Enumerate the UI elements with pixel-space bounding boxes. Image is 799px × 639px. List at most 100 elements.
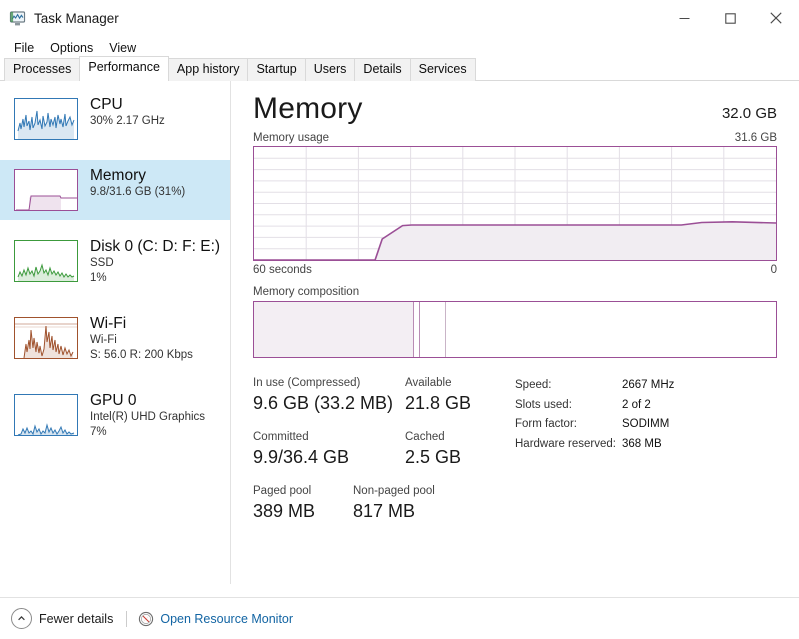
status-bar: Fewer details Open Resource Monitor (0, 597, 799, 639)
memory-thumbnail-graph (14, 169, 78, 211)
minimize-button[interactable] (661, 0, 707, 36)
composition-divider-2 (419, 302, 421, 357)
stat-non-paged-pool-value: 817 MB (353, 501, 416, 521)
close-button[interactable] (753, 0, 799, 36)
cpu-thumbnail-graph (14, 98, 78, 140)
menu-item-options[interactable]: Options (44, 39, 101, 57)
menu-item-view[interactable]: View (103, 39, 144, 57)
sidebar-item-gpu-0-sub1: Intel(R) UHD Graphics (90, 411, 206, 423)
usage-graph-max: 31.6 GB (734, 132, 777, 144)
composition-caption: Memory composition (253, 286, 360, 298)
stat-in-use: In use (Compressed) 9.6 GB (33.2 MB) (253, 375, 405, 415)
sidebar-item-disk-0-sub2: 1% (90, 272, 107, 284)
fewer-details-label: Fewer details (39, 611, 114, 626)
maximize-button[interactable] (707, 0, 753, 36)
memory-composition-bar[interactable] (253, 301, 777, 358)
fewer-details-button[interactable]: Fewer details (11, 608, 113, 629)
task-manager-icon (9, 10, 26, 27)
stat-committed-label: Committed (253, 431, 309, 443)
sidebar-item-memory-texts: Memory 9.8/31.6 GB (31%) (90, 165, 185, 200)
total-memory-label: 32.0 GB (721, 105, 777, 122)
stat-available-label: Available (405, 377, 452, 389)
info-slots-used-label: Slots used: (515, 398, 572, 411)
sidebar-item-disk-0-sub1: SSD (90, 257, 114, 269)
sidebar-item-gpu-0-texts: GPU 0 Intel(R) UHD Graphics 7% (90, 390, 205, 440)
axis-label-right: 0 (770, 264, 777, 276)
memory-usage-fill (375, 221, 776, 260)
statistics-left-column: In use (Compressed) 9.6 GB (33.2 MB) Ava… (253, 375, 515, 537)
chevron-up-icon (11, 608, 32, 629)
composition-segment-in-use (254, 302, 414, 357)
tab-services[interactable]: Services (409, 58, 476, 81)
memory-statistics: In use (Compressed) 9.6 GB (33.2 MB) Ava… (253, 375, 777, 537)
sidebar-item-cpu-texts: CPU 30% 2.17 GHz (90, 94, 165, 129)
memory-usage-plot (254, 147, 776, 260)
resource-sidebar: CPU 30% 2.17 GHz Memory 9.8/31.6 GB (31%… (0, 81, 231, 584)
page-title: Memory (253, 92, 363, 125)
sidebar-item-gpu-0-title: GPU 0 (90, 392, 137, 409)
sidebar-item-wifi-sub1: Wi-Fi (90, 334, 117, 346)
tab-bar: Processes Performance App history Startu… (0, 56, 799, 81)
stat-available-value: 21.8 GB (405, 393, 472, 413)
usage-graph-caption: Memory usage 31.6 GB (253, 132, 777, 144)
stat-committed: Committed 9.9/36.4 GB (253, 429, 405, 469)
stat-paged-pool-label: Paged pool (253, 485, 312, 497)
stat-committed-value: 9.9/36.4 GB (253, 447, 350, 467)
axis-label-left: 60 seconds (253, 264, 312, 276)
stat-paged-pool: Paged pool 389 MB (253, 483, 353, 523)
info-speed-value: 2667 MHz (622, 379, 675, 391)
stat-non-paged-pool-label: Non-paged pool (353, 485, 435, 497)
sidebar-item-cpu-sub1: 30% 2.17 GHz (90, 115, 165, 127)
composition-divider-1 (413, 302, 415, 357)
info-slots-used-value: 2 of 2 (622, 398, 651, 411)
open-resource-monitor-button[interactable]: Open Resource Monitor (138, 611, 293, 627)
info-speed-label: Speed: (515, 379, 552, 391)
memory-detail-panel: Memory 32.0 GB Memory usage 31.6 GB 60 s… (231, 81, 799, 584)
stat-in-use-label: In use (Compressed) (253, 377, 361, 389)
composition-divider-3 (444, 302, 446, 357)
stat-row-committed: Committed 9.9/36.4 GB Cached 2.5 GB (253, 429, 515, 469)
info-row-speed: Speed: 2667 MHz (515, 376, 777, 396)
tab-details[interactable]: Details (354, 58, 411, 81)
tab-processes[interactable]: Processes (4, 58, 81, 81)
info-row-hardware-reserved: Hardware reserved: 368 MB (515, 435, 777, 455)
stat-available: Available 21.8 GB (405, 375, 471, 415)
sidebar-item-disk-0[interactable]: Disk 0 (C: D: F: E:) SSD 1% (0, 231, 230, 297)
sidebar-item-wifi-texts: Wi-Fi Wi-Fi S: 56.0 R: 200 Kbps (90, 313, 193, 363)
sidebar-item-wifi-sub2: S: 56.0 R: 200 Kbps (90, 349, 193, 361)
info-form-factor-value: SODIMM (622, 418, 670, 430)
sidebar-item-gpu-0[interactable]: GPU 0 Intel(R) UHD Graphics 7% (0, 385, 230, 451)
tab-startup[interactable]: Startup (247, 58, 306, 81)
disk-thumbnail-graph (14, 240, 78, 282)
stat-cached-label: Cached (405, 431, 445, 443)
sidebar-item-wifi[interactable]: Wi-Fi Wi-Fi S: 56.0 R: 200 Kbps (0, 308, 230, 374)
tab-app-history[interactable]: App history (167, 58, 249, 81)
memory-usage-graph (253, 146, 777, 261)
usage-graph-title: Memory usage (253, 132, 330, 144)
panel-header: Memory 32.0 GB (253, 90, 777, 128)
gpu-thumbnail-graph (14, 394, 78, 436)
info-row-slots-used: Slots used: 2 of 2 (515, 396, 777, 416)
sidebar-item-disk-0-texts: Disk 0 (C: D: F: E:) SSD 1% (90, 236, 220, 286)
menu-item-file[interactable]: File (8, 39, 42, 57)
resource-monitor-icon (138, 611, 154, 627)
sidebar-item-gpu-0-sub2: 7% (90, 426, 107, 438)
sidebar-item-memory-sub1: 9.8/31.6 GB (31%) (90, 186, 186, 198)
stat-in-use-value: 9.6 GB (33.2 MB) (253, 393, 394, 413)
resource-monitor-label[interactable]: Open Resource Monitor (160, 612, 293, 626)
sidebar-item-cpu[interactable]: CPU 30% 2.17 GHz (0, 89, 230, 149)
window-controls (661, 0, 799, 36)
window-title: Task Manager (34, 10, 119, 26)
info-row-form-factor: Form factor: SODIMM (515, 415, 777, 435)
info-hardware-reserved-value: 368 MB (622, 437, 662, 450)
tab-users[interactable]: Users (304, 58, 356, 81)
stat-row-in-use: In use (Compressed) 9.6 GB (33.2 MB) Ava… (253, 375, 515, 415)
sidebar-item-memory[interactable]: Memory 9.8/31.6 GB (31%) (0, 160, 230, 220)
info-form-factor-label: Form factor: (515, 418, 577, 430)
tab-performance[interactable]: Performance (79, 56, 169, 81)
stat-paged-pool-value: 389 MB (253, 501, 316, 521)
footer-separator (126, 610, 128, 627)
sidebar-item-cpu-title: CPU (90, 96, 123, 113)
statistics-right-column: Speed: 2667 MHz Slots used: 2 of 2 Form … (515, 375, 777, 537)
sidebar-item-wifi-title: Wi-Fi (90, 315, 127, 332)
